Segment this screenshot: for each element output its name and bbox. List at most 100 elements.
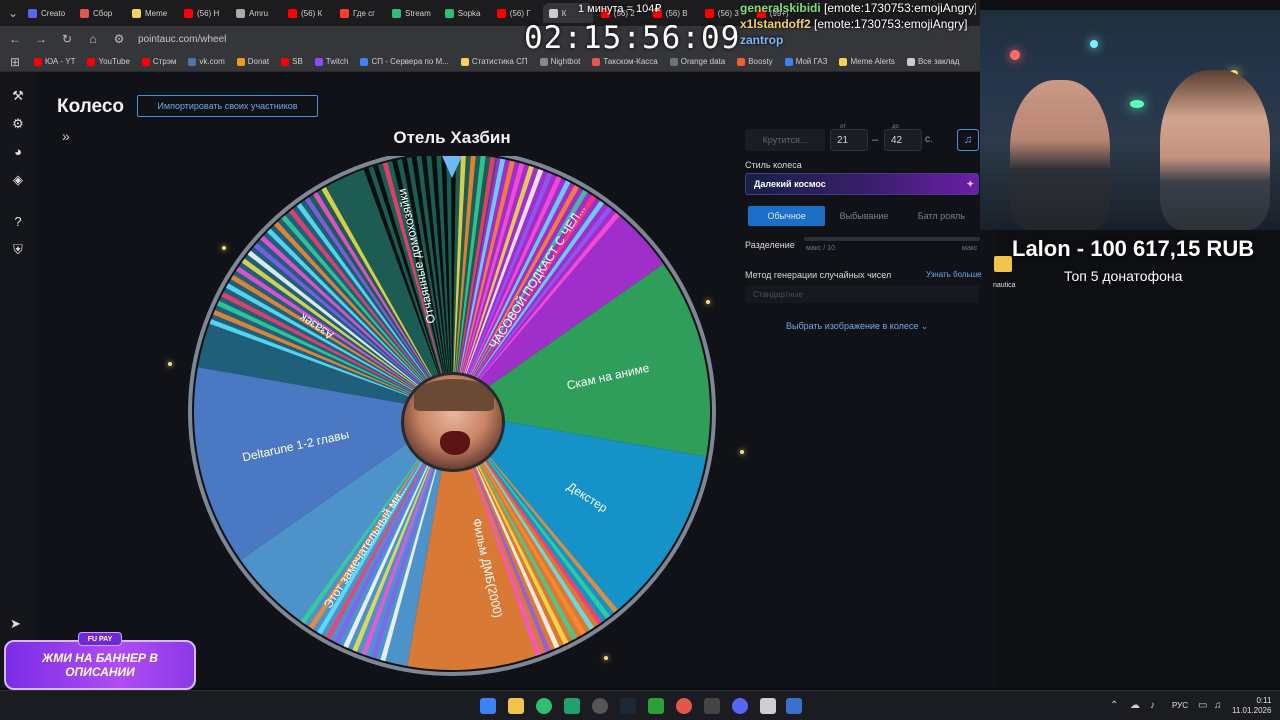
browser-tab[interactable]: Creato [22,3,72,23]
url-field[interactable]: pointauc.com/wheel [138,34,226,45]
steam-icon[interactable] [620,698,636,714]
browser-tab[interactable]: (56) Н [178,3,228,23]
bookmark-item[interactable]: YouTube [87,57,130,66]
bookmark-item[interactable]: СП - Сервера по М... [360,57,449,66]
home-icon[interactable]: ⌂ [86,32,100,46]
bookmark-item[interactable]: ЮА - YT [34,57,75,66]
tab-label: Stream [405,8,431,18]
sparkle [222,246,226,250]
tab-mode-normal[interactable]: Обычное [748,206,826,226]
tab-favicon-icon [496,8,506,18]
discord-icon[interactable] [732,698,748,714]
app-icon[interactable] [760,698,776,714]
browser-icon[interactable] [676,698,692,714]
bookmark-item[interactable]: vk.com [188,57,225,66]
wheel-icon[interactable]: ◕ [10,144,26,160]
site-info-icon[interactable]: ⚙ [112,32,126,46]
monitor-icon[interactable]: ▭ [1198,700,1207,711]
bookmark-item[interactable]: Nightbot [539,57,580,66]
back-icon[interactable]: ← [8,32,22,46]
minute-price-counter: 1 минута = 104₽ [578,3,662,15]
bookmark-item[interactable]: Стрэм [141,57,176,66]
browser-tab[interactable]: Где сг [334,3,384,23]
app-icon[interactable] [564,698,580,714]
rng-method-label: Метод генерации случайных чисел [745,270,892,280]
app-icon[interactable] [786,698,802,714]
browser-tab[interactable]: Meme [126,3,176,23]
desktop-folder-label: nautica [993,282,1016,289]
telegram-icon[interactable]: ➤ [10,616,21,632]
browser-tab[interactable]: Сбор [74,3,124,23]
keyboard-language[interactable]: РУС [1172,701,1188,710]
bookmark-label: Такском-Касса [603,57,658,66]
app-icon[interactable] [704,698,720,714]
forward-icon[interactable]: → [34,32,48,46]
bookmark-label: ЮА - YT [45,57,76,66]
chat-username: x1lstandoff2 [740,17,811,31]
duration-from-input[interactable]: 21 [830,129,868,151]
explorer-icon[interactable] [508,698,524,714]
bookmark-label: vk.com [199,57,225,66]
folder-icon[interactable] [994,256,1012,272]
tab-label: Где сг [353,8,376,18]
browser-tab[interactable]: (56) К [282,3,332,23]
bookmark-item[interactable]: Twitch [314,57,348,66]
tab-menu-icon[interactable]: ⌄ [6,6,20,20]
tab-favicon-icon [288,8,297,18]
expand-panel-icon[interactable]: » [62,128,70,144]
layers-icon[interactable]: ◈ [10,172,26,188]
browser-tab[interactable]: Stream [386,3,437,23]
clock[interactable]: 0:11 11.01.2026 [1232,696,1271,716]
reload-icon[interactable]: ↻ [60,32,74,46]
start-icon[interactable] [480,698,496,714]
tab-mode-elimination[interactable]: Выбывание [825,206,902,226]
wheel-style-select[interactable]: Далекий космос ✦ [745,173,979,195]
tray-up-icon[interactable]: ⌃ [1110,700,1118,711]
stream-timer: 02:15:56:09 [524,20,741,56]
banner-logo: FU PAY [78,632,122,646]
volume-icon[interactable]: ♫ [1214,700,1222,711]
mic-icon[interactable]: ♪ [1150,700,1155,711]
excel-icon[interactable] [648,698,664,714]
browser-tab[interactable]: Sopka [439,3,489,23]
choose-wheel-image-link[interactable]: Выбрать изображение в колесе ⌄ [786,321,928,332]
bookmark-favicon-icon [669,57,678,66]
bookmark-favicon-icon [460,57,469,66]
auction-hammer-icon[interactable]: ⚒ [10,88,26,104]
bookmark-favicon-icon [314,57,323,66]
chat-text: [emote:1730753:emojiAngry] [814,17,968,31]
chat-message: x1lstandoff2 [emote:1730753:emojiAngry] [740,16,976,32]
bookmark-item[interactable]: Donat [236,57,269,66]
bookmark-label: Статистика СП [471,57,528,66]
bookmark-favicon-icon [87,57,96,66]
split-label: Разделение [745,240,795,250]
split-slider[interactable] [804,237,980,241]
browser-tab[interactable]: Amru [230,3,280,23]
duration-to-input[interactable]: 42 [884,129,922,151]
bookmark-favicon-icon [188,57,197,66]
rng-learn-more-link[interactable]: Узнать больше [926,270,982,279]
tab-mode-battle-royale[interactable]: Батл рояль [903,206,980,226]
tab-favicon-icon [392,8,401,18]
chrome-icon[interactable] [536,698,552,714]
tab-label: Meme [145,8,168,18]
apps-grid-icon[interactable]: ⊞ [8,55,22,69]
obs-icon[interactable] [592,698,608,714]
music-note-icon[interactable]: ♫ [957,129,979,151]
promo-banner[interactable]: ЖМИ НА БАННЕР В ОПИСАНИИ [4,640,196,690]
settings-gear-icon[interactable]: ⚙ [10,116,26,132]
bookmark-item[interactable]: Статистика СП [460,57,528,66]
help-icon[interactable]: ? [10,214,26,230]
page-title: Колесо [57,96,125,117]
import-participants-button[interactable]: Импортировать своих участников [137,95,318,117]
bookmark-item[interactable]: SB [281,57,303,66]
shield-icon[interactable]: ⛨ [10,242,26,258]
network-icon[interactable]: ☁ [1130,700,1140,711]
bookmark-item[interactable]: Orange data [669,57,725,66]
rng-method-select[interactable]: Стандартные [745,285,979,303]
clock-date: 11.01.2026 [1232,706,1272,715]
wheel-style-label: Стиль колеса [745,160,802,170]
screen: ⌄ Creato Сбор Meme (56) Н Amru (56) К Где сг St… [0,0,1280,720]
bookmark-item[interactable]: Такском-Касса [592,57,658,66]
spin-button[interactable]: Крутится... [745,129,825,151]
